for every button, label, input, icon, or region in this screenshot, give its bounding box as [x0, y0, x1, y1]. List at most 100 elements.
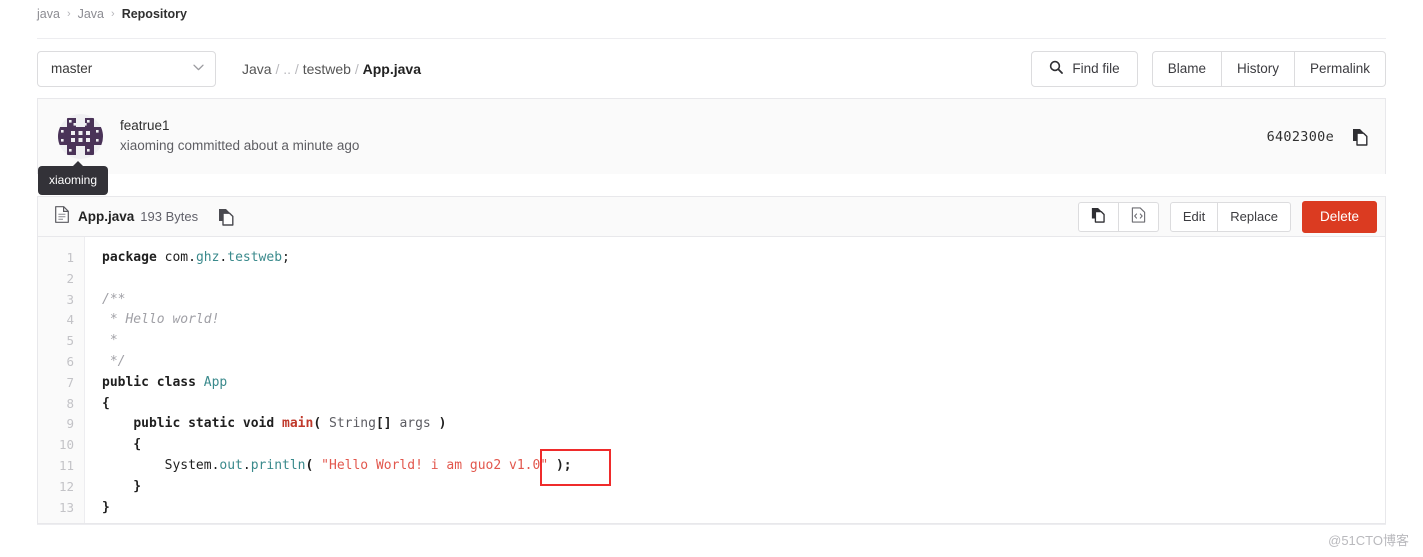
code-line: */: [102, 352, 1385, 373]
view-mode-button-group: Blame History Permalink: [1151, 50, 1386, 87]
avatar-tooltip-label: xiaoming: [49, 173, 98, 187]
code-content[interactable]: package com.ghz.testweb; /** * Hello wor…: [85, 237, 1385, 523]
breadcrumb-separator: ›: [66, 8, 71, 20]
branch-selector[interactable]: master: [37, 50, 216, 87]
breadcrumb-separator: ›: [111, 8, 115, 20]
code-token: main: [282, 416, 314, 432]
code-token: App: [203, 374, 228, 390]
breadcrumb-item-0[interactable]: java: [37, 7, 60, 21]
delete-button[interactable]: Delete: [1301, 200, 1377, 233]
chevron-down-icon: [193, 64, 204, 74]
branch-selector-value: master: [51, 61, 93, 76]
watermark: @51CTO博客: [1328, 533, 1409, 548]
commit-header: featrue1 xiaoming committed about a minu…: [37, 98, 1386, 174]
code-line: public class App: [102, 373, 1385, 394]
code-token: * Hello world!: [102, 312, 220, 328]
line-number: 1: [66, 250, 74, 265]
replace-button[interactable]: Replace: [1218, 201, 1291, 232]
code-token: /**: [102, 291, 126, 307]
file-action-buttons: Edit Replace Delete: [1077, 200, 1377, 233]
code-line: }: [102, 498, 1385, 519]
file-size: 193 Bytes: [140, 209, 199, 224]
code-line: *: [102, 331, 1385, 352]
line-number-gutter: 1 2 3 4 5 6 7 8 9 10 11 12 13: [38, 237, 85, 523]
history-button[interactable]: History: [1221, 50, 1295, 87]
code-line: System.out.println( "Hello World! i am g…: [102, 456, 1385, 477]
breadcrumb: java › Java › Repository: [0, 0, 1423, 28]
commit-message[interactable]: featrue1: [120, 116, 359, 136]
code-line: /**: [102, 290, 1385, 311]
code-viewer: 1 2 3 4 5 6 7 8 9 10 11 12 13 package com.ghz.testwe…: [37, 237, 1386, 524]
code-token: {: [102, 437, 142, 453]
line-number: 12: [58, 478, 74, 494]
code-token: args: [391, 416, 439, 432]
code-token: System.: [102, 457, 220, 473]
code-token: */: [102, 353, 126, 369]
line-number: 3: [66, 291, 74, 307]
copy-sha-icon[interactable]: [1352, 128, 1369, 146]
code-token: public class: [102, 374, 204, 390]
code-line: {: [102, 394, 1385, 415]
search-icon: [1049, 60, 1064, 77]
code-token: *: [102, 333, 118, 349]
edit-button[interactable]: Edit: [1169, 201, 1219, 232]
commit-sha-block: 6402300e: [1267, 128, 1369, 146]
breadcrumb-item-2[interactable]: Repository: [122, 7, 187, 21]
file-name: App.java: [78, 209, 135, 224]
code-token: package: [102, 250, 157, 265]
line-number: 9: [66, 416, 74, 432]
line-number: 2: [66, 270, 74, 286]
code-token: out: [219, 457, 243, 473]
file-icon: [55, 205, 69, 228]
code-token: }: [102, 478, 142, 494]
file-path-breadcrumb: Java / .. / testweb / App.java: [242, 61, 421, 77]
path-segment-1[interactable]: ..: [283, 61, 291, 77]
open-raw-button[interactable]: [1118, 201, 1159, 232]
path-segment-2[interactable]: testweb: [303, 61, 351, 77]
line-number: 8: [66, 395, 74, 411]
find-file-button[interactable]: Find file: [1031, 50, 1138, 87]
line-number: 13: [58, 499, 74, 515]
copy-contents-button[interactable]: [1077, 201, 1119, 232]
code-token: com.: [156, 250, 196, 265]
permalink-button[interactable]: Permalink: [1294, 50, 1386, 87]
commit-sha[interactable]: 6402300e: [1267, 129, 1334, 145]
code-token: []: [375, 416, 392, 432]
path-segment-0[interactable]: Java: [242, 61, 272, 77]
line-number: 4: [66, 312, 74, 328]
code-line: public static void main( String[] args ): [102, 414, 1385, 435]
code-line: {: [102, 435, 1385, 456]
path-separator: /: [271, 60, 284, 77]
commit-text-block: featrue1 xiaoming committed about a minu…: [120, 116, 359, 156]
line-number: 5: [66, 333, 74, 349]
path-current-file: App.java: [362, 60, 421, 77]
file-edit-group: Edit Replace: [1169, 201, 1291, 232]
open-raw-icon: [1131, 207, 1146, 226]
toolbar-actions: Find file Blame History Permalink: [1031, 50, 1386, 87]
code-line: }: [102, 477, 1385, 498]
breadcrumb-item-1[interactable]: Java: [78, 7, 104, 21]
code-token: "Hello World! i am guo2 v1.0": [313, 457, 549, 473]
file-copy-raw-group: [1077, 201, 1159, 232]
code-token: public static void: [133, 416, 283, 432]
code-token: ghz: [195, 250, 220, 265]
code-token: (: [313, 416, 322, 432]
code-token: ): [438, 416, 447, 432]
path-separator: /: [350, 60, 363, 77]
code-token: );: [548, 457, 572, 473]
line-number: 11: [58, 457, 74, 473]
code-token: }: [102, 499, 110, 515]
avatar[interactable]: [58, 114, 103, 159]
code-token: {: [102, 395, 110, 411]
code-token: println: [250, 457, 306, 473]
copy-file-path-icon[interactable]: [218, 208, 235, 226]
blame-button[interactable]: Blame: [1151, 50, 1222, 87]
code-token: .: [242, 457, 251, 473]
code-line: * Hello world!: [102, 310, 1385, 331]
copy-icon: [1091, 207, 1106, 226]
line-number: 7: [66, 374, 74, 390]
commit-meta: xiaoming committed about a minute ago: [120, 137, 360, 153]
find-file-label: Find file: [1072, 61, 1120, 76]
